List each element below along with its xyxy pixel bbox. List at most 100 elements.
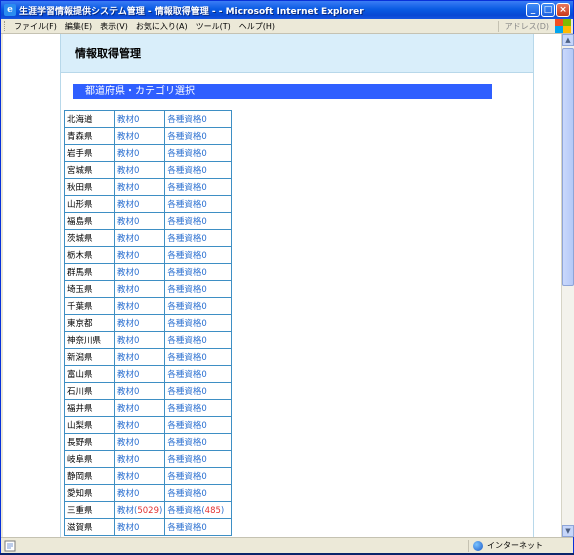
qualification-label[interactable]: 各種資格0 xyxy=(167,132,206,142)
material-label[interactable]: 教材0 xyxy=(117,183,139,193)
material-label[interactable]: 教材0 xyxy=(117,370,139,380)
material-link[interactable]: 教材0 xyxy=(113,416,166,434)
qualification-label[interactable]: 各種資格0 xyxy=(167,200,206,210)
material-label[interactable]: 教材0 xyxy=(117,302,139,312)
material-label[interactable]: 教材0 xyxy=(117,234,139,244)
scroll-up-arrow-icon[interactable]: ▲ xyxy=(562,34,574,46)
qualification-label[interactable]: 各種資格0 xyxy=(167,387,206,397)
qualification-link[interactable]: 各種資格0 xyxy=(164,416,233,434)
qualification-link[interactable]: 各種資格(485) xyxy=(164,501,233,519)
material-label[interactable]: 教材0 xyxy=(117,149,139,159)
material-label[interactable]: 教材0 xyxy=(117,268,139,278)
qualification-label[interactable]: 各種資格0 xyxy=(167,353,206,363)
material-link[interactable]: 教材0 xyxy=(113,314,166,332)
address-label[interactable]: アドレス(D) xyxy=(497,20,549,32)
close-button[interactable]: × xyxy=(556,3,570,17)
material-label[interactable]: 教材0 xyxy=(117,166,139,176)
material-label[interactable]: 教材0 xyxy=(117,421,139,431)
qualification-label[interactable]: 各種資格0 xyxy=(167,472,206,482)
scroll-down-arrow-icon[interactable]: ▼ xyxy=(562,525,574,537)
qualification-link[interactable]: 各種資格0 xyxy=(164,365,233,383)
qualification-label[interactable]: 各種資格0 xyxy=(167,302,206,312)
menu-tools[interactable]: ツール(T) xyxy=(192,21,235,32)
material-label[interactable]: 教材0 xyxy=(117,387,139,397)
qualification-label[interactable]: 各種資格0 xyxy=(167,217,206,227)
qualification-link[interactable]: 各種資格0 xyxy=(164,348,233,366)
material-label[interactable]: 教材0 xyxy=(117,319,139,329)
material-label[interactable]: 教材0 xyxy=(117,200,139,210)
material-label[interactable]: 教材0 xyxy=(117,489,139,499)
qualification-link[interactable]: 各種資格0 xyxy=(164,229,233,247)
material-label[interactable]: 教材0 xyxy=(117,251,139,261)
material-link[interactable]: 教材0 xyxy=(113,348,166,366)
qualification-label[interactable]: 各種資格0 xyxy=(167,336,206,346)
material-label[interactable]: 教材0 xyxy=(117,285,139,295)
qualification-link[interactable]: 各種資格0 xyxy=(164,297,233,315)
qualification-label[interactable]: 各種資格0 xyxy=(167,285,206,295)
material-label[interactable]: 教材0 xyxy=(117,353,139,363)
material-label[interactable]: 教材 xyxy=(117,506,134,516)
material-link[interactable]: 教材0 xyxy=(113,518,166,536)
qualification-link[interactable]: 各種資格0 xyxy=(164,450,233,468)
qualification-link[interactable]: 各種資格0 xyxy=(164,110,233,128)
qualification-label[interactable]: 各種資格0 xyxy=(167,523,206,533)
material-link[interactable]: 教材0 xyxy=(113,297,166,315)
material-link[interactable]: 教材0 xyxy=(113,212,166,230)
qualification-link[interactable]: 各種資格0 xyxy=(164,127,233,145)
qualification-link[interactable]: 各種資格0 xyxy=(164,314,233,332)
material-label[interactable]: 教材0 xyxy=(117,217,139,227)
qualification-label[interactable]: 各種資格0 xyxy=(167,115,206,125)
qualification-label[interactable]: 各種資格0 xyxy=(167,319,206,329)
menu-view[interactable]: 表示(V) xyxy=(96,21,132,32)
qualification-link[interactable]: 各種資格0 xyxy=(164,331,233,349)
qualification-label[interactable]: 各種資格0 xyxy=(167,166,206,176)
material-link[interactable]: 教材0 xyxy=(113,110,166,128)
qualification-link[interactable]: 各種資格0 xyxy=(164,263,233,281)
menu-grip-icon[interactable] xyxy=(4,21,7,31)
material-link[interactable]: 教材0 xyxy=(113,127,166,145)
qualification-label[interactable]: 各種資格0 xyxy=(167,404,206,414)
material-label[interactable]: 教材0 xyxy=(117,523,139,533)
material-label[interactable]: 教材0 xyxy=(117,404,139,414)
qualification-link[interactable]: 各種資格0 xyxy=(164,467,233,485)
menu-edit[interactable]: 編集(E) xyxy=(61,21,96,32)
qualification-label[interactable]: 各種資格0 xyxy=(167,455,206,465)
qualification-label[interactable]: 各種資格0 xyxy=(167,183,206,193)
material-label[interactable]: 教材0 xyxy=(117,336,139,346)
qualification-label[interactable]: 各種資格0 xyxy=(167,268,206,278)
menu-favorites[interactable]: お気に入り(A) xyxy=(132,21,192,32)
qualification-link[interactable]: 各種資格0 xyxy=(164,518,233,536)
material-link[interactable]: 教材0 xyxy=(113,161,166,179)
material-label[interactable]: 教材0 xyxy=(117,438,139,448)
qualification-link[interactable]: 各種資格0 xyxy=(164,178,233,196)
material-link[interactable]: 教材0 xyxy=(113,195,166,213)
menu-help[interactable]: ヘルプ(H) xyxy=(235,21,279,32)
qualification-link[interactable]: 各種資格0 xyxy=(164,382,233,400)
menu-file[interactable]: ファイル(F) xyxy=(10,21,61,32)
material-link[interactable]: 教材0 xyxy=(113,365,166,383)
qualification-link[interactable]: 各種資格0 xyxy=(164,280,233,298)
material-link[interactable]: 教材0 xyxy=(113,467,166,485)
material-link[interactable]: 教材0 xyxy=(113,399,166,417)
material-link[interactable]: 教材0 xyxy=(113,229,166,247)
material-link[interactable]: 教材0 xyxy=(113,246,166,264)
qualification-link[interactable]: 各種資格0 xyxy=(164,399,233,417)
material-label[interactable]: 教材0 xyxy=(117,455,139,465)
qualification-label[interactable]: 各種資格0 xyxy=(167,234,206,244)
resize-grip-icon[interactable] xyxy=(563,540,573,552)
material-label[interactable]: 教材0 xyxy=(117,472,139,482)
qualification-label[interactable]: 各種資格0 xyxy=(167,370,206,380)
material-label[interactable]: 教材0 xyxy=(117,115,139,125)
material-link[interactable]: 教材0 xyxy=(113,263,166,281)
qualification-link[interactable]: 各種資格0 xyxy=(164,433,233,451)
qualification-label[interactable]: 各種資格0 xyxy=(167,489,206,499)
qualification-link[interactable]: 各種資格0 xyxy=(164,161,233,179)
material-link[interactable]: 教材0 xyxy=(113,144,166,162)
title-bar[interactable]: e 生涯学習情報提供システム管理 - 情報取得管理 - - Microsoft … xyxy=(1,1,573,19)
material-link[interactable]: 教材0 xyxy=(113,433,166,451)
qualification-label[interactable]: 各種資格0 xyxy=(167,149,206,159)
qualification-label[interactable]: 各種資格 xyxy=(167,506,201,516)
material-link[interactable]: 教材0 xyxy=(113,280,166,298)
qualification-label[interactable]: 各種資格0 xyxy=(167,438,206,448)
vertical-scrollbar[interactable]: ▲ ▼ xyxy=(561,34,574,537)
